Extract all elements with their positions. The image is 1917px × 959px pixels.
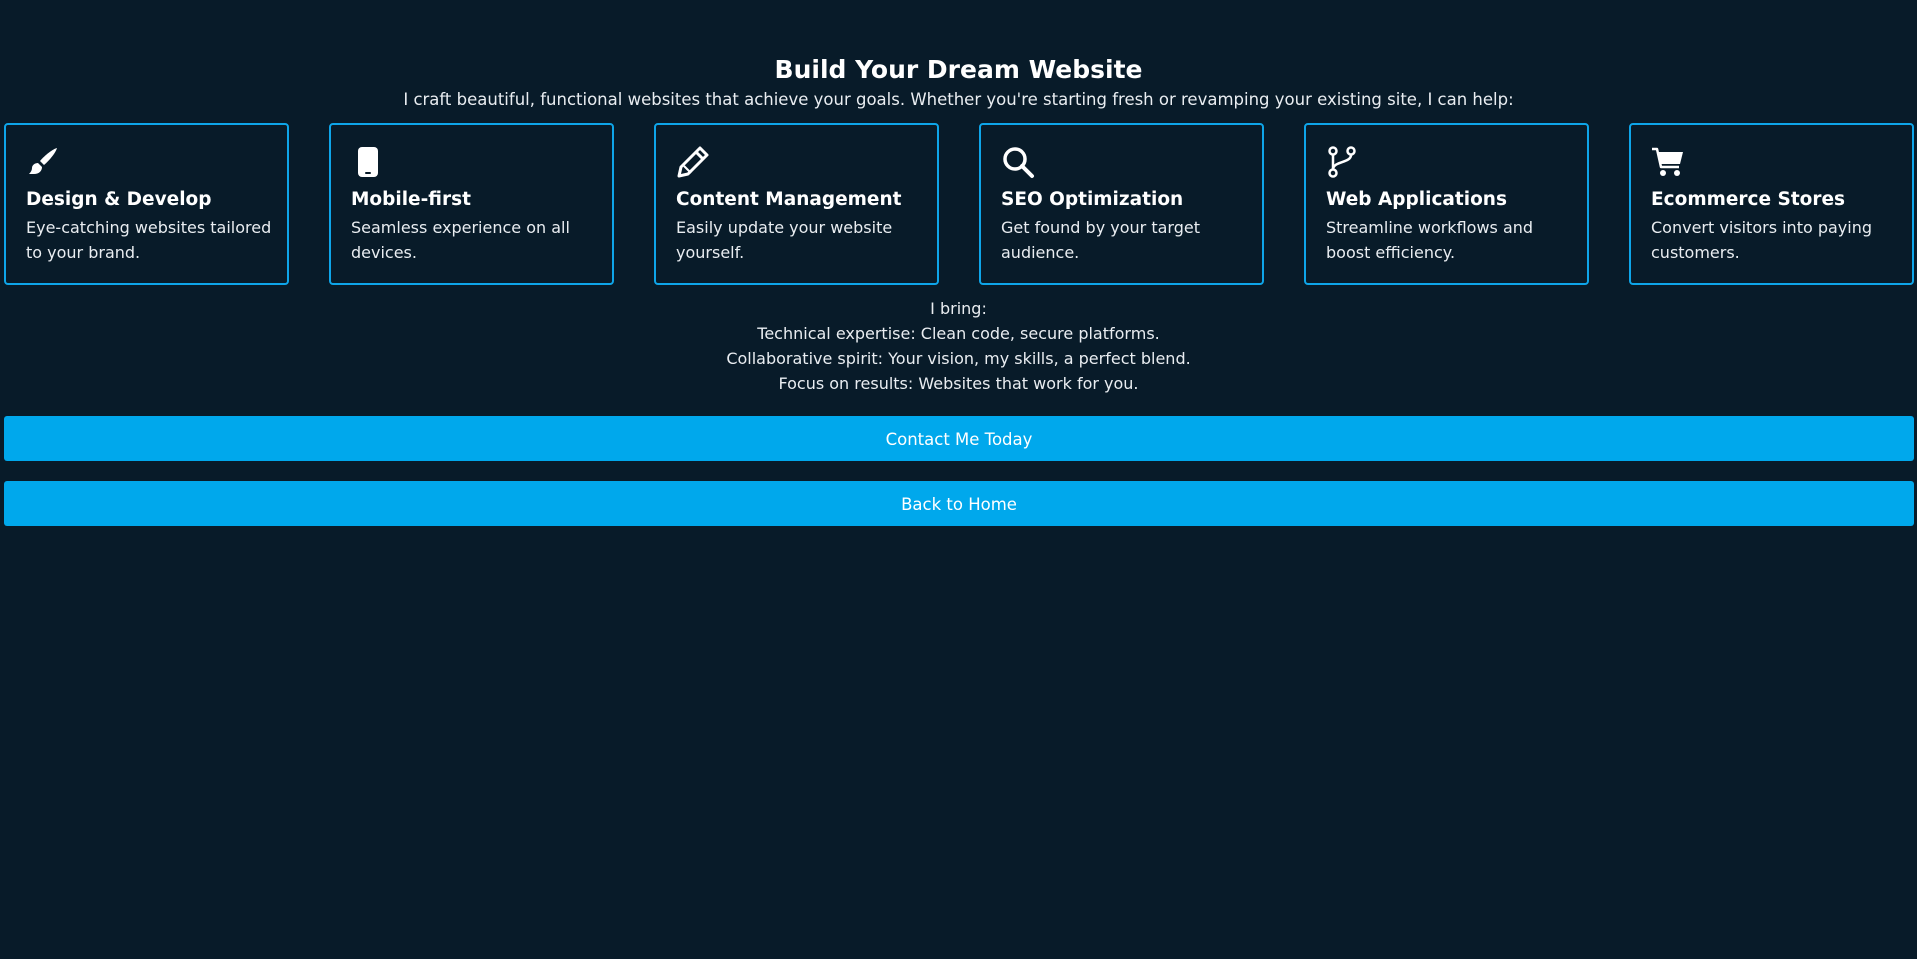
service-card-seo-optimization: SEO Optimization Get found by your targe… — [979, 123, 1264, 285]
bring-heading: I bring: — [930, 299, 987, 318]
shopping-cart-icon — [1651, 145, 1685, 179]
service-title: SEO Optimization — [1001, 189, 1184, 210]
service-cards: Design & Develop Eye-catching websites t… — [4, 123, 1915, 286]
page-title: Build Your Dream Website — [774, 55, 1143, 84]
contact-me-button[interactable]: Contact Me Today — [4, 416, 1914, 461]
paintbrush-icon — [26, 145, 60, 179]
service-description: Easily update your website yourself. — [676, 218, 893, 262]
bring-item: Focus on results: Websites that work for… — [778, 374, 1139, 393]
bring-section: I bring: Technical expertise: Clean code… — [0, 296, 1917, 396]
service-card-design-develop: Design & Develop Eye-catching websites t… — [4, 123, 289, 285]
intro-text: I craft beautiful, functional websites t… — [403, 90, 1514, 109]
service-description: Streamline workflows and boost efficienc… — [1326, 218, 1534, 262]
service-title: Web Applications — [1326, 189, 1507, 210]
service-title: Ecommerce Stores — [1651, 189, 1846, 210]
service-card-content-management: Content Management Easily update your we… — [654, 123, 939, 285]
service-card-mobile-first: Mobile-first Seamless experience on all … — [329, 123, 614, 285]
code-branch-icon — [1326, 145, 1360, 179]
mobile-phone-icon — [351, 145, 385, 179]
service-title: Mobile-first — [351, 189, 471, 210]
service-card-web-applications: Web Applications Streamline workflows an… — [1304, 123, 1589, 285]
service-card-ecommerce-stores: Ecommerce Stores Convert visitors into p… — [1629, 123, 1914, 285]
service-title: Content Management — [676, 189, 902, 210]
bring-item: Collaborative spirit: Your vision, my sk… — [726, 349, 1191, 368]
services-page: Build Your Dream Website I craft beautif… — [0, 0, 1917, 959]
pencil-icon — [676, 145, 710, 179]
bring-item: Technical expertise: Clean code, secure … — [757, 324, 1160, 343]
service-description: Get found by your target audience. — [1001, 218, 1200, 262]
service-description: Eye-catching websites tailored to your b… — [26, 218, 272, 262]
service-description: Convert visitors into paying customers. — [1651, 218, 1873, 262]
service-description: Seamless experience on all devices. — [351, 218, 570, 262]
back-to-home-button[interactable]: Back to Home — [4, 481, 1914, 526]
service-title: Design & Develop — [26, 189, 212, 210]
search-icon — [1001, 145, 1035, 179]
